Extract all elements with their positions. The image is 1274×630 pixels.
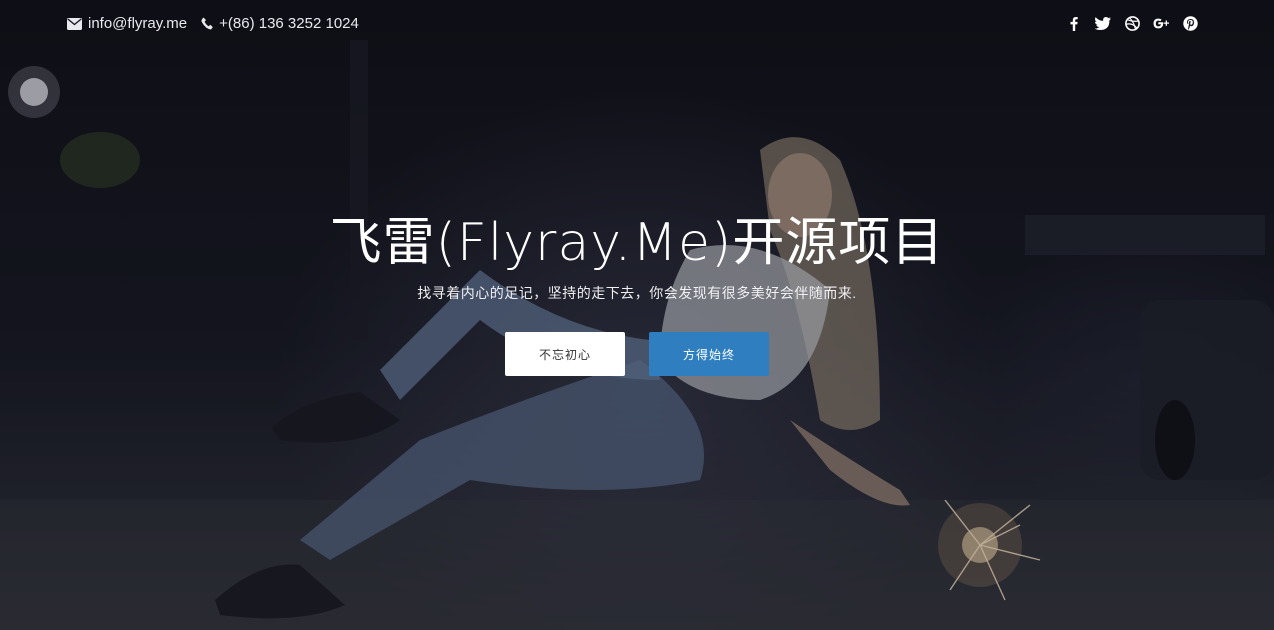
email-text[interactable]: info@flyray.me — [88, 15, 187, 32]
primary-cta-button[interactable]: 不忘初心 — [505, 332, 625, 376]
envelope-icon — [67, 17, 82, 30]
hero-section: info@flyray.me +(86) 136 3252 1024 飞雷(Fl… — [0, 0, 1274, 630]
dribbble-icon[interactable] — [1122, 13, 1142, 33]
email-contact[interactable]: info@flyray.me — [67, 15, 187, 32]
facebook-icon[interactable] — [1064, 13, 1084, 33]
hero-overlay — [0, 0, 1274, 630]
hero-title: 飞雷(Flyray.Me)开源项目 — [329, 213, 945, 273]
top-bar: info@flyray.me +(86) 136 3252 1024 — [0, 0, 1274, 48]
phone-icon — [201, 17, 213, 30]
social-links — [1055, 13, 1200, 33]
hero-subtitle: 找寻着内心的足记，坚持的走下去，你会发现有很多美好会伴随而来. — [417, 285, 857, 301]
twitter-icon[interactable] — [1093, 13, 1113, 33]
pinterest-icon[interactable] — [1180, 13, 1200, 33]
google-plus-icon[interactable] — [1151, 13, 1171, 33]
contact-info: info@flyray.me +(86) 136 3252 1024 — [67, 15, 373, 32]
phone-contact[interactable]: +(86) 136 3252 1024 — [201, 15, 359, 32]
phone-text[interactable]: +(86) 136 3252 1024 — [219, 15, 359, 32]
secondary-cta-button[interactable]: 方得始终 — [649, 332, 769, 376]
